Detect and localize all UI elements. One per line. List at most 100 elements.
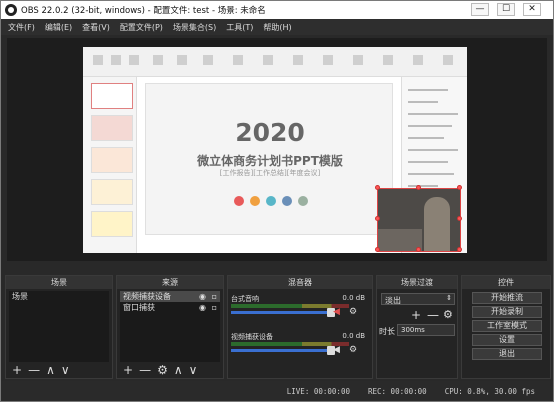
move-scene-down-button[interactable]: ∨ (61, 363, 70, 377)
transition-select-value: 淡出 (385, 296, 401, 305)
move-scene-up-button[interactable]: ∧ (46, 363, 55, 377)
controls-header: 控件 (462, 276, 550, 289)
add-scene-button[interactable]: + (12, 363, 22, 377)
sources-header: 来源 (117, 276, 223, 289)
transitions-header: 场景过渡 (377, 276, 457, 289)
duration-value: 300ms (401, 326, 425, 334)
menu-edit[interactable]: 编辑(E) (45, 22, 72, 33)
move-source-down-button[interactable]: ∨ (189, 363, 198, 377)
channel-settings-icon[interactable]: ⚙ (349, 307, 359, 317)
slide-thumbnail (91, 179, 133, 205)
obs-window: OBS 22.0.2 (32-bit, windows) - 配置文件: tes… (0, 0, 554, 402)
settings-button[interactable]: 设置 (472, 334, 542, 346)
start-recording-button[interactable]: 开始录制 (472, 306, 542, 318)
ppt-thumbnail-strip (83, 77, 137, 253)
slide-dot (298, 196, 308, 206)
chevron-down-icon: ⇕ (446, 294, 452, 302)
mute-speaker-icon[interactable]: ◀ (333, 307, 343, 317)
slide-thumbnail (91, 115, 133, 141)
eye-icon[interactable]: ◉ (199, 302, 206, 313)
channel-db: 0.0 dB (342, 332, 365, 340)
resize-handle[interactable] (457, 185, 462, 190)
volume-slider[interactable] (231, 311, 331, 314)
cpu-fps-readout: CPU: 0.8%, 30.00 fps (444, 386, 535, 396)
resize-handle[interactable] (375, 247, 380, 252)
title-bar: OBS 22.0.2 (32-bit, windows) - 配置文件: tes… (1, 1, 553, 19)
scenes-panel: 场景 场景 + — ∧ ∨ (5, 275, 113, 379)
start-streaming-button[interactable]: 开始推流 (472, 292, 542, 304)
scene-item[interactable]: 场景 (9, 291, 109, 302)
window-title: OBS 22.0.2 (32-bit, windows) - 配置文件: tes… (21, 6, 266, 16)
lock-icon[interactable]: ▫ (212, 302, 217, 313)
menu-view[interactable]: 查看(V) (82, 22, 110, 33)
source-label: 窗口捕获 (123, 303, 155, 312)
menu-bar: 文件(F) 编辑(E) 查看(V) 配置文件(P) 场景集合(S) 工具(T) … (1, 19, 553, 35)
scenes-list: 场景 (9, 291, 109, 362)
move-source-up-button[interactable]: ∧ (174, 363, 183, 377)
slide-dot (234, 196, 244, 206)
mixer-panel: 混音器 台式音响 0.0 dB ◀ ⚙ 视频捕获设备 0.0 dB ◀ ⚙ (227, 275, 373, 379)
eye-icon[interactable]: ◉ (199, 291, 206, 302)
duration-input[interactable]: 300ms (397, 324, 455, 336)
controls-panel: 控件 开始推流 开始录制 工作室模式 设置 退出 (461, 275, 551, 379)
close-button[interactable]: ✕ (523, 3, 541, 16)
remove-transition-button[interactable]: — (427, 308, 439, 322)
menu-tools[interactable]: 工具(T) (226, 22, 253, 33)
transition-properties-icon[interactable]: ⚙ (443, 308, 453, 321)
status-bar: LIVE: 00:00:00 REC: 00:00:00 CPU: 0.8%, … (1, 381, 553, 401)
resize-handle[interactable] (416, 247, 421, 252)
resize-handle[interactable] (457, 216, 462, 221)
volume-slider[interactable] (231, 349, 331, 352)
slide-dot (250, 196, 260, 206)
source-properties-icon[interactable]: ⚙ (157, 363, 168, 377)
menu-file[interactable]: 文件(F) (8, 22, 35, 33)
menu-profile[interactable]: 配置文件(P) (120, 22, 163, 33)
menu-scene-collection[interactable]: 场景集合(S) (173, 22, 216, 33)
studio-mode-button[interactable]: 工作室模式 (472, 320, 542, 332)
lock-icon[interactable]: ▫ (212, 291, 217, 302)
slide-thumbnail (91, 83, 133, 109)
source-item[interactable]: 窗口捕获 ◉ ▫ (120, 302, 220, 313)
remove-scene-button[interactable]: — (28, 363, 40, 377)
maximize-button[interactable]: ☐ (497, 3, 515, 16)
ppt-toolbar (83, 47, 467, 77)
slide-tagline: [工作报告][工作总结][年度会议] (219, 169, 321, 177)
scenes-header: 场景 (6, 276, 112, 289)
sources-footer: + — ⚙ ∧ ∨ (117, 362, 223, 378)
webcam-source[interactable] (377, 188, 461, 252)
person-silhouette (424, 197, 450, 251)
sources-list: 视频捕获设备 ◉ ▫ 窗口捕获 ◉ ▫ (120, 291, 220, 362)
sources-panel: 来源 视频捕获设备 ◉ ▫ 窗口捕获 ◉ ▫ + — ⚙ ∧ ∨ (116, 275, 224, 379)
channel-settings-icon[interactable]: ⚙ (349, 345, 359, 355)
mixer-header: 混音器 (228, 276, 372, 289)
transitions-panel: 场景过渡 淡出 ⇕ + — ⚙ 时长 300ms (376, 275, 458, 379)
scenes-footer: + — ∧ ∨ (6, 362, 112, 378)
add-transition-button[interactable]: + (411, 308, 421, 322)
slide-dot (282, 196, 292, 206)
resize-handle[interactable] (375, 216, 380, 221)
mixer-channel: 视频捕获设备 0.0 dB ◀ ⚙ (231, 332, 369, 366)
source-label: 视频捕获设备 (123, 292, 171, 301)
mixer-channel: 台式音响 0.0 dB ◀ ⚙ (231, 294, 369, 328)
rec-timer: REC: 00:00:00 (367, 386, 427, 396)
slide-dot (266, 196, 276, 206)
menu-help[interactable]: 帮助(H) (263, 22, 291, 33)
source-item[interactable]: 视频捕获设备 ◉ ▫ (120, 291, 220, 302)
resize-handle[interactable] (416, 185, 421, 190)
obs-logo-icon (5, 4, 17, 16)
speaker-icon[interactable]: ◀ (333, 345, 343, 355)
exit-button[interactable]: 退出 (472, 348, 542, 360)
remove-source-button[interactable]: — (139, 363, 151, 377)
slide-title: 2020 (235, 118, 305, 147)
transition-select[interactable]: 淡出 ⇕ (381, 293, 455, 305)
channel-db: 0.0 dB (342, 294, 365, 302)
duration-label: 时长 (379, 327, 395, 336)
resize-handle[interactable] (375, 185, 380, 190)
add-source-button[interactable]: + (123, 363, 133, 377)
resize-handle[interactable] (457, 247, 462, 252)
minimize-button[interactable]: — (471, 3, 489, 16)
slide-subtitle: 微立体商务计划书PPT模版 (197, 154, 343, 168)
slide-thumbnail (91, 211, 133, 237)
ppt-slide: 2020 微立体商务计划书PPT模版 [工作报告][工作总结][年度会议] (145, 83, 393, 235)
live-timer: LIVE: 00:00:00 (286, 386, 350, 396)
